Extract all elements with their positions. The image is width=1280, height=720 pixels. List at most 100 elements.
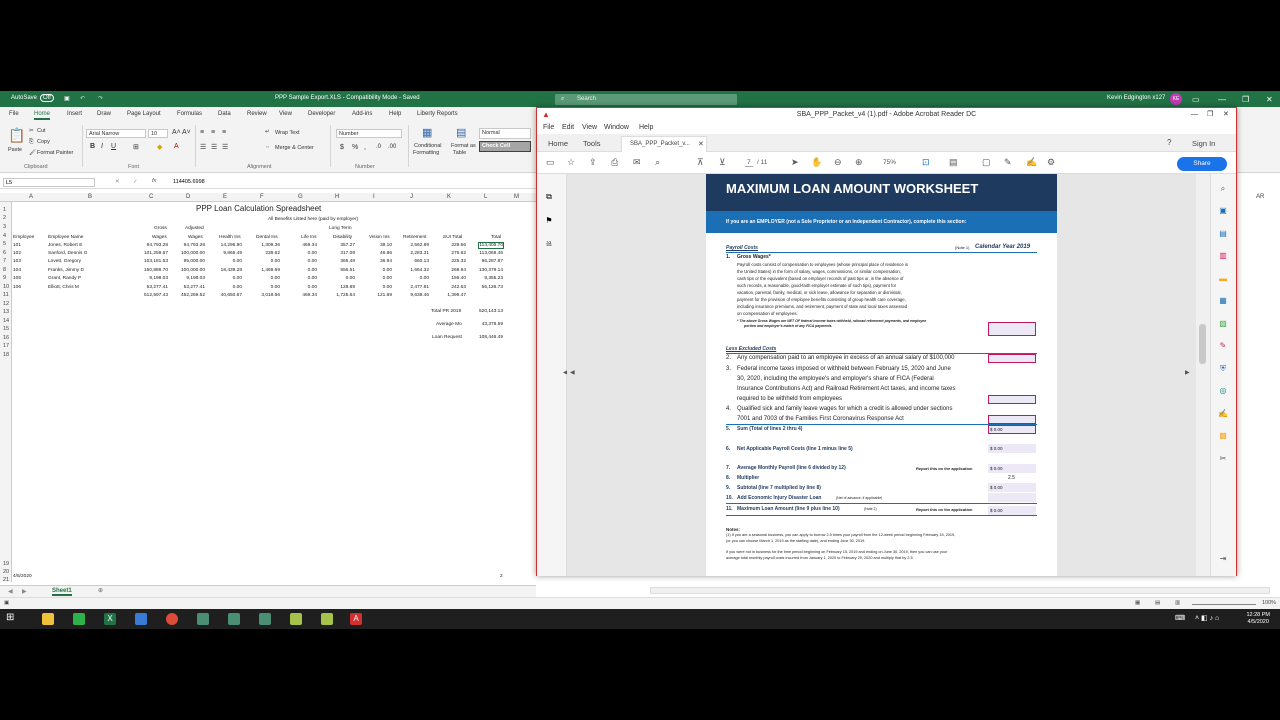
cell[interactable]: 46.86 <box>380 251 392 256</box>
tab-home[interactable]: Home <box>548 139 568 148</box>
average-value[interactable]: 43,378.59 <box>482 322 503 327</box>
format-painter-icon[interactable]: 🖌 <box>29 150 36 156</box>
collapse-panel-icon[interactable]: ⇥ <box>1217 554 1229 565</box>
send-for-signature-icon[interactable]: ✍ <box>1217 409 1229 420</box>
comment-tool-icon[interactable]: ▬ <box>1217 274 1229 285</box>
cell[interactable]: 53,277.41 <box>147 285 168 290</box>
tab-draw[interactable]: Draw <box>97 111 111 117</box>
comma-icon[interactable]: , <box>364 144 366 151</box>
cell[interactable]: 0.00 <box>271 285 280 290</box>
cell[interactable]: 0.00 <box>233 276 242 281</box>
worksheet-grid[interactable]: PPP Loan Calculation Spreadsheet All Ben… <box>12 202 536 582</box>
zoom-slider[interactable] <box>1192 604 1256 605</box>
row-header[interactable]: 21 <box>3 577 9 583</box>
cut-button[interactable]: Cut <box>37 128 46 134</box>
item6-field[interactable]: $ 0.00 <box>988 444 1036 453</box>
column-header[interactable]: E <box>223 194 227 200</box>
minimize-icon[interactable]: — <box>1191 108 1198 122</box>
file-explorer-icon[interactable] <box>42 613 54 625</box>
cancel-formula-icon[interactable]: ✕ <box>115 179 120 185</box>
search-box[interactable]: ⌕ Search <box>555 94 737 105</box>
save-icon[interactable]: ▣ <box>64 95 70 102</box>
close-icon[interactable]: ✕ <box>1223 108 1229 122</box>
email-icon[interactable]: ✉ <box>633 157 641 168</box>
table-row[interactable]: 106 Elliott, Chris M 53,277.41 53,277.41… <box>12 285 536 293</box>
cell[interactable]: Elliott, Chris M <box>48 285 79 290</box>
page-layout-icon[interactable]: ▤ <box>1155 600 1160 606</box>
close-icon[interactable]: ✕ <box>1266 95 1273 104</box>
attachments-icon[interactable]: ⎂ <box>543 239 555 250</box>
row-header[interactable]: 16 <box>3 335 9 341</box>
cell[interactable]: 156.40 <box>451 276 466 281</box>
table-row[interactable]: 103 Lovett, Gregory 103,181.53 95,000.00… <box>12 259 536 267</box>
tab-document[interactable]: SBA_PPP_Packet_v... ✕ <box>621 136 707 152</box>
row-header[interactable]: 7 <box>3 258 6 264</box>
copy-button[interactable]: Copy <box>37 139 50 145</box>
cell[interactable]: Lovett, Gregory <box>48 259 81 264</box>
row-header[interactable]: 12 <box>3 301 9 307</box>
tab-formulas[interactable]: Formulas <box>177 111 202 117</box>
align-top-icon[interactable]: ≡ <box>200 129 204 136</box>
style-check-cell[interactable]: Check Cell <box>479 141 531 152</box>
protect-icon[interactable]: ⛨ <box>1217 364 1229 375</box>
tray-icons[interactable]: ˄ ◧ ♪ ⌂ <box>1195 614 1219 622</box>
item5-field[interactable]: $ 0.00 <box>988 425 1036 434</box>
column-header[interactable]: L <box>484 194 487 200</box>
column-header[interactable]: F <box>260 194 264 200</box>
cell[interactable]: 113,068.46 <box>479 251 503 256</box>
tab-liberty-reports[interactable]: Liberty Reports <box>417 111 458 117</box>
cell[interactable]: 229.66 <box>451 243 466 248</box>
item10-field[interactable] <box>988 493 1036 502</box>
menu-file[interactable]: File <box>543 124 554 131</box>
font-color-icon[interactable]: A <box>174 143 179 150</box>
cell[interactable]: 100,000.00 <box>181 268 205 273</box>
column-header[interactable]: M <box>514 194 519 200</box>
cell[interactable]: 130,379.14 <box>479 268 503 273</box>
decrease-decimal-icon[interactable]: .00 <box>388 144 396 150</box>
windows-start-icon[interactable]: ⊞ <box>6 612 14 623</box>
totals-row[interactable]: 512,597.43 452,269.52 40,650.67 3,018.66… <box>12 293 536 301</box>
row-header[interactable]: 19 <box>3 561 9 567</box>
table-row[interactable]: 104 Franks, Jimmy D 150,886.70 100,000.0… <box>12 268 536 276</box>
upload-icon[interactable]: ⇪ <box>589 157 597 168</box>
stamp-icon[interactable]: ▩ <box>1217 431 1229 442</box>
cell[interactable]: 0.00 <box>308 276 317 281</box>
app-icon[interactable] <box>135 613 147 625</box>
document-canvas[interactable]: MAXIMUM LOAN AMOUNT WORKSHEET If you are… <box>567 174 1196 576</box>
cell[interactable]: 512,597.43 <box>144 293 168 298</box>
app-icon[interactable] <box>228 613 240 625</box>
gross-wages-field[interactable] <box>988 322 1036 336</box>
cell[interactable]: 0.00 <box>233 259 242 264</box>
prev-page-icon[interactable]: ⊼ <box>697 157 704 168</box>
pen-icon[interactable]: ✎ <box>1004 157 1012 168</box>
ribbon-display-icon[interactable]: ▭ <box>1192 95 1200 104</box>
fill-sign-tool-icon[interactable]: ✎ <box>1217 341 1229 352</box>
item4-field[interactable] <box>988 415 1036 424</box>
cell[interactable]: 0.00 <box>383 285 392 290</box>
tab-view[interactable]: View <box>279 111 292 117</box>
redo-icon[interactable]: ↷ <box>98 95 103 102</box>
cell[interactable]: 9,198.03 <box>186 276 205 281</box>
wrap-text-button[interactable]: Wrap Text <box>275 130 300 136</box>
table-row[interactable]: 101 Jones, Robert E 94,793.28 94,793.28 … <box>12 242 536 251</box>
tab-data[interactable]: Data <box>218 111 231 117</box>
cell[interactable]: 9,355.23 <box>484 276 503 281</box>
next-sheet-icon[interactable]: ▶ <box>22 588 27 595</box>
minimize-icon[interactable]: — <box>1218 95 1226 104</box>
column-header[interactable]: I <box>373 194 375 200</box>
maximize-icon[interactable]: ❐ <box>1242 95 1249 104</box>
edit-pdf-icon[interactable]: ▥ <box>1217 251 1229 262</box>
acrobat-icon[interactable]: A <box>350 613 362 625</box>
table-row[interactable]: 102 Sanford, Dennis G 101,259.67 100,000… <box>12 251 536 259</box>
cell[interactable]: 276.62 <box>451 251 466 256</box>
combine-files-icon[interactable]: ▦ <box>1217 296 1229 307</box>
italic-icon[interactable]: I <box>101 143 103 150</box>
align-right-icon[interactable]: ☰ <box>222 143 228 151</box>
vertical-scrollbar[interactable] <box>1196 174 1210 576</box>
create-pdf-icon[interactable]: ▤ <box>1217 229 1229 240</box>
cell[interactable]: 104 <box>13 268 21 273</box>
cell[interactable]: 242.63 <box>451 285 466 290</box>
row-header[interactable]: 11 <box>3 292 9 298</box>
more-tools-icon[interactable]: ✂ <box>1217 454 1229 465</box>
cell[interactable]: 0.00 <box>308 259 317 264</box>
